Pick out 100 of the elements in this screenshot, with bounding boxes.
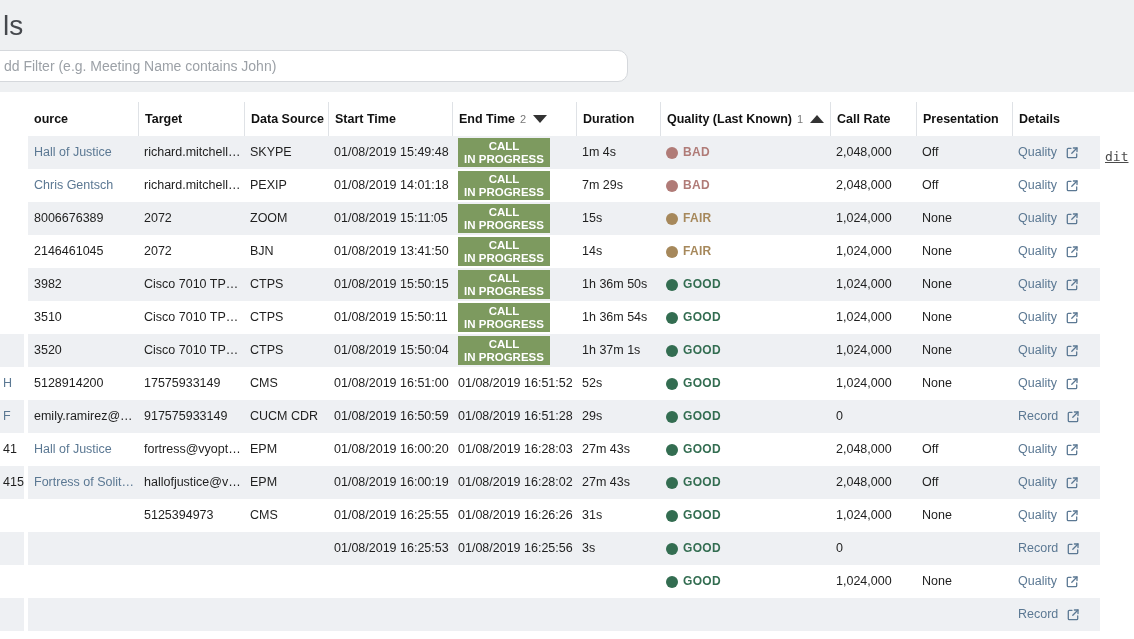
source-label: 8006676389 <box>34 211 104 226</box>
filter-field[interactable]: dd Filter (e.g. Meeting Name contains John) <box>0 50 628 82</box>
duration: 1h 37m 1s <box>582 343 641 358</box>
data-source-label: ZOOM <box>250 211 288 226</box>
call-rate: 2,048,000 <box>836 178 892 193</box>
external-link-icon[interactable] <box>1065 476 1078 489</box>
external-link-icon[interactable] <box>1065 311 1078 324</box>
start-time: 01/08/2019 15:49:48 <box>334 145 449 160</box>
external-link-icon[interactable] <box>1067 542 1080 555</box>
presentation-status: None <box>922 508 952 523</box>
quality-label: GOOD <box>683 409 721 424</box>
duration: 7m 29s <box>582 178 623 193</box>
column-header[interactable]: End Time <box>459 111 516 127</box>
start-time: 01/08/2019 16:50:59 <box>334 409 449 424</box>
external-link-icon[interactable] <box>1065 377 1078 390</box>
details-link[interactable]: Quality <box>1018 244 1078 259</box>
status-badge: CALL IN PROGRESS <box>458 270 550 299</box>
column-header[interactable]: Presentation <box>923 111 999 127</box>
status-badge: CALL IN PROGRESS <box>458 303 550 332</box>
external-link-icon[interactable] <box>1067 410 1080 423</box>
quality-label: GOOD <box>683 343 721 358</box>
sort-order: 1 <box>797 112 804 126</box>
target-label: richard.mitchell… <box>144 145 241 160</box>
details-link[interactable]: Quality <box>1018 178 1078 193</box>
external-link-icon[interactable] <box>1065 212 1078 225</box>
data-source-label: EPM <box>250 442 278 457</box>
call-rate: 0 <box>836 541 843 556</box>
details-link[interactable]: Quality <box>1018 475 1078 490</box>
source-label: emily.ramirez@… <box>34 409 133 424</box>
data-source-label: CUCM CDR <box>250 409 319 424</box>
source-label: 2146461045 <box>34 244 104 259</box>
external-link-icon[interactable] <box>1065 146 1078 159</box>
call-rate: 1,024,000 <box>836 343 892 358</box>
column-header[interactable]: Details <box>1019 111 1060 127</box>
duration: 1m 4s <box>582 145 617 160</box>
column-header[interactable]: Call Rate <box>837 111 891 127</box>
start-time: 01/08/2019 14:01:18 <box>334 178 449 193</box>
source-label: 5128914200 <box>34 376 104 391</box>
details-link[interactable]: Quality <box>1018 508 1078 523</box>
external-link-icon[interactable] <box>1065 443 1078 456</box>
partial-source-label: 415 <box>3 475 24 490</box>
data-source-label: EPM <box>250 475 278 490</box>
quality-label: GOOD <box>683 541 721 556</box>
details-link[interactable]: Record <box>1018 607 1080 622</box>
external-link-icon[interactable] <box>1065 575 1078 588</box>
call-rate: 1,024,000 <box>836 310 892 325</box>
quality-label: GOOD <box>683 310 721 325</box>
start-time: 01/08/2019 16:00:20 <box>334 442 449 457</box>
target-label: Cisco 7010 TP… <box>144 343 239 358</box>
partial-source-link[interactable]: H <box>3 376 13 391</box>
column-header[interactable]: Duration <box>583 111 635 127</box>
sort-up-icon[interactable] <box>810 115 825 123</box>
status-badge: CALL IN PROGRESS <box>458 138 550 167</box>
external-link-icon[interactable] <box>1065 344 1078 357</box>
call-rate: 1,024,000 <box>836 574 892 589</box>
presentation-status: None <box>922 310 952 325</box>
details-link[interactable]: Quality <box>1018 442 1078 457</box>
target-label: Cisco 7010 TP… <box>144 277 239 292</box>
target-label: richard.mitchell… <box>144 178 241 193</box>
source-link[interactable]: Chris Gentsch <box>34 178 114 193</box>
details-link[interactable]: Record <box>1018 541 1080 556</box>
duration: 1h 36m 54s <box>582 310 648 325</box>
duration: 15s <box>582 211 603 226</box>
details-link[interactable]: Quality <box>1018 310 1078 325</box>
target-label: hallofjustice@v… <box>144 475 241 490</box>
details-link[interactable]: Quality <box>1018 574 1078 589</box>
data-source-label: CTPS <box>250 310 284 325</box>
partial-source-link[interactable]: F <box>3 409 11 424</box>
external-link-icon[interactable] <box>1065 509 1078 522</box>
details-link[interactable]: Quality <box>1018 277 1078 292</box>
duration: 1h 36m 50s <box>582 277 648 292</box>
details-link[interactable]: Quality <box>1018 145 1078 160</box>
column-header[interactable]: Start Time <box>335 111 396 127</box>
column-header[interactable]: Data Source <box>251 111 324 127</box>
external-link-icon[interactable] <box>1065 179 1078 192</box>
column-header[interactable]: ource <box>34 111 69 127</box>
target-label: 917575933149 <box>144 409 228 424</box>
sort-down-icon[interactable] <box>533 115 548 123</box>
source-link[interactable]: Fortress of Solit… <box>34 475 135 490</box>
presentation-status: Off <box>922 178 939 193</box>
details-link[interactable]: Record <box>1018 409 1080 424</box>
status-badge: CALL IN PROGRESS <box>458 204 550 233</box>
column-header[interactable]: Target <box>145 111 183 127</box>
partial-source-label: 41 <box>3 442 17 457</box>
source-link[interactable]: Hall of Justice <box>34 442 112 457</box>
column-header[interactable]: Quality (Last Known) <box>667 111 792 127</box>
end-time: 01/08/2019 16:51:28 <box>458 409 573 424</box>
details-link[interactable]: Quality <box>1018 376 1078 391</box>
quality-label: GOOD <box>683 376 721 391</box>
edit-link[interactable]: dit <box>1105 149 1129 164</box>
external-link-icon[interactable] <box>1065 245 1078 258</box>
external-link-icon[interactable] <box>1065 278 1078 291</box>
external-link-icon[interactable] <box>1067 608 1080 621</box>
call-rate: 2,048,000 <box>836 442 892 457</box>
source-link[interactable]: Hall of Justice <box>34 145 112 160</box>
details-link[interactable]: Quality <box>1018 343 1078 358</box>
start-time: 01/08/2019 16:51:00 <box>334 376 449 391</box>
quality-label: GOOD <box>683 508 721 523</box>
details-link[interactable]: Quality <box>1018 211 1078 226</box>
end-time: 01/08/2019 16:28:02 <box>458 475 573 490</box>
